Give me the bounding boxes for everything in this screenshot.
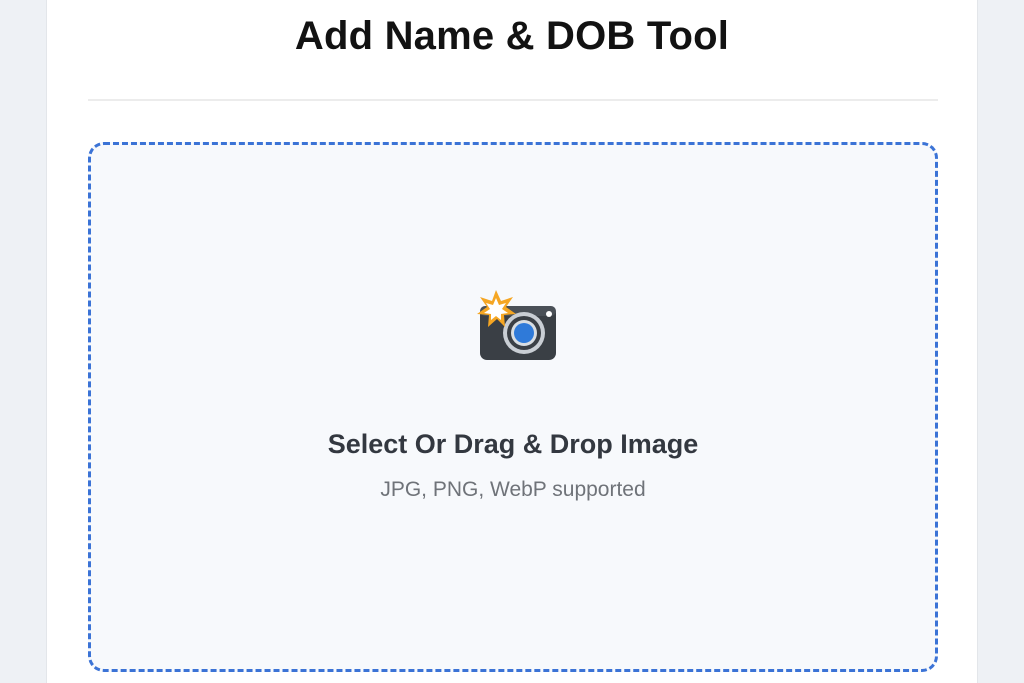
page-title: Add Name & DOB Tool bbox=[294, 14, 730, 58]
camera-flash-icon bbox=[477, 290, 556, 360]
dropzone-label: Select Or Drag & Drop Image bbox=[327, 429, 699, 459]
title-divider bbox=[88, 99, 938, 101]
image-dropzone[interactable]: Select Or Drag & Drop Image JPG, PNG, We… bbox=[88, 142, 938, 672]
tool-card: Add Name & DOB Tool Select Or Drag & Dro… bbox=[46, 0, 978, 683]
supported-formats-hint: JPG, PNG, WebP supported bbox=[380, 478, 646, 501]
